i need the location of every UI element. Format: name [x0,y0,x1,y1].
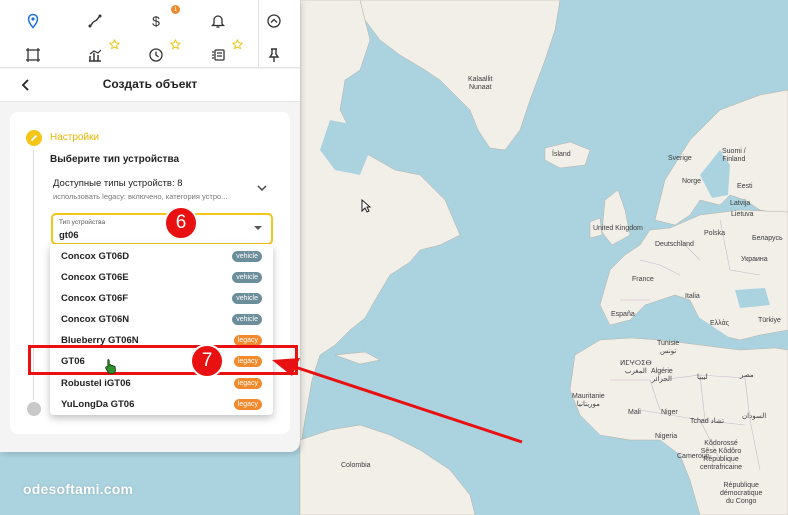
step-6-marker: 6 [164,206,198,240]
category-badge: vehicle [232,293,262,304]
map-label-polska: Polska [704,230,726,237]
watermark: odesoftami.com [23,481,134,497]
map-label-ukraina: Украина [741,256,768,263]
map-label-tchad: Tchad تشاد [690,418,725,425]
option-label: Concox GT06N [61,314,130,325]
map-label-algerie: Algérie الجزائر [651,368,673,384]
map-label-iceland: Ísland [552,151,571,158]
route-icon[interactable] [83,10,107,32]
map-label-norge: Norge [682,178,702,185]
dropdown-option[interactable]: Concox GT06N vehicle [50,309,273,330]
map-label-deutschland: Deutschland [655,241,694,248]
category-badge: legacy [233,399,262,410]
option-label: Concox GT06E [61,272,129,283]
device-type-select-label: Тип устройства [59,219,106,226]
map-label-greenland: Kalaallit Nunaat [468,76,493,92]
frame-icon[interactable] [21,44,45,66]
dropdown-option[interactable]: Robustel iGT06 legacy [50,373,273,394]
star-icon[interactable] [232,39,243,50]
dropdown-option[interactable]: YuLongDa GT06 legacy [50,394,273,415]
category-badge: vehicle [232,251,262,262]
map-label-car: Kôdorossé Sêse Kôdôro République centrafric… [700,440,743,472]
panel-header: Создать объект [0,69,300,102]
map-label-sudan: السودان [742,413,767,420]
dropdown-option[interactable]: Concox GT06D vehicle [50,246,273,267]
page-title: Создать объект [102,77,198,91]
dropdown-option[interactable]: Concox GT06E vehicle [50,267,273,288]
map-label-suomi: Suomi / Finland [722,148,746,164]
map-label-tunisie: Tunisie تونس [657,340,680,356]
option-label: YuLongDa GT06 [61,399,135,410]
device-type-select[interactable]: Тип устройства gt06 [51,213,273,245]
map-label-eesti: Eesti [737,183,753,190]
list-card-icon[interactable] [206,44,230,66]
map-label-uk: United Kingdom [593,225,643,232]
category-badge: vehicle [232,272,262,283]
caret-up-icon[interactable] [254,226,262,230]
circle-chevron-up-icon[interactable] [262,10,286,32]
toolbar-divider [258,0,259,68]
map-label-nigeria: Nigeria [655,433,678,440]
dollar-icon[interactable]: $ [144,10,168,32]
dropdown-option[interactable]: Concox GT06F vehicle [50,288,273,309]
map-label-latvija: Latvija [730,200,751,207]
category-badge: vehicle [232,314,262,325]
info-icon [27,402,41,416]
available-types-sub: использовать legacy: включено, категория… [53,192,228,201]
hand-pointer-icon [105,359,116,374]
choose-device-label: Выберите тип устройства [50,154,180,165]
map-label-italia: Italia [685,293,700,300]
option-label: Concox GT06D [61,251,130,262]
pin-icon[interactable] [262,44,286,66]
option-label: Robustel iGT06 [61,378,131,389]
mouse-cursor-icon [361,199,371,213]
map-label-espana: España [611,311,635,318]
map-label-maroc: ⵍⵎⵖⵔⵉⴱ المغرب [620,360,652,376]
location-pin-icon[interactable] [21,10,45,32]
map-label-colombia: Colombia [341,462,371,469]
pencil-icon [26,130,42,146]
device-type-dropdown: Concox GT06D vehicle Concox GT06E vehicl… [50,244,273,415]
highlight-box [28,345,298,375]
step-7-marker: 7 [190,344,224,378]
map-label-greece: Ελλάς [710,320,729,327]
map-label-mali: Mali [628,409,641,416]
chevron-down-icon[interactable] [256,182,268,194]
map-label-egypt: مصر [740,372,754,379]
clock-icon[interactable] [144,44,168,66]
star-icon[interactable] [109,39,120,50]
notification-badge: 1 [171,5,180,14]
map-label-sverige: Sverige [668,155,692,162]
map-label-turkiye: Türkiye [758,317,781,324]
star-icon[interactable] [170,39,181,50]
section-label: Настройки [50,132,100,143]
map-label-niger: Niger [661,409,678,416]
map-label-lietuva: Lietuva [731,211,754,218]
bell-icon[interactable] [206,10,230,32]
category-badge: legacy [233,378,262,389]
svg-text:$: $ [152,13,160,29]
map-label-belarus: Беларусь [752,235,783,242]
available-types-label[interactable]: Доступные типы устройств: 8 [53,178,183,189]
map-label-rdc: République démocratique du Congo [720,482,763,506]
device-type-select-value[interactable]: gt06 [59,230,79,241]
map-label-france: France [632,276,654,283]
chart-icon[interactable] [83,44,107,66]
option-label: Concox GT06F [61,293,129,304]
toolbar: $ 1 [0,0,300,68]
map-label-mauritanie: Mauritanie موريتانيا [572,393,605,409]
map-label-libya: ليبيا [697,374,708,381]
